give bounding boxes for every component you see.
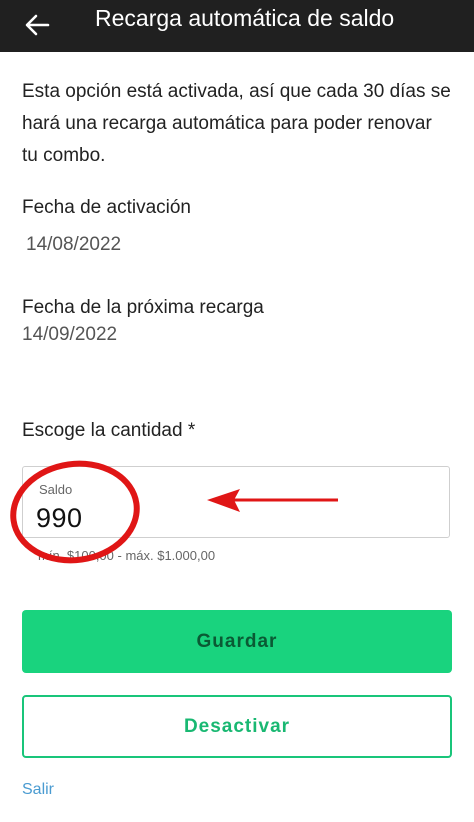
app-header: Recarga automática de saldo bbox=[0, 0, 474, 52]
next-recharge-value: 14/09/2022 bbox=[22, 324, 118, 345]
deactivate-button[interactable]: Desactivar bbox=[22, 695, 452, 758]
arrow-left-icon bbox=[25, 14, 50, 36]
balance-input-value[interactable]: 990 bbox=[36, 503, 83, 534]
activation-date-label: Fecha de activación bbox=[22, 197, 191, 218]
activation-date-value: 14/08/2022 bbox=[26, 234, 122, 255]
page-title: Recarga automática de saldo bbox=[95, 5, 395, 31]
balance-input-label: Saldo bbox=[39, 482, 73, 497]
back-button[interactable] bbox=[18, 6, 56, 44]
amount-range-hint: mín. $100,00 - máx. $1.000,00 bbox=[38, 548, 216, 563]
exit-link[interactable]: Salir bbox=[22, 781, 54, 799]
balance-input[interactable]: Saldo 990 bbox=[22, 466, 450, 538]
amount-label: Escoge la cantidad * bbox=[22, 420, 196, 441]
next-recharge-label: Fecha de la próxima recarga bbox=[22, 297, 264, 318]
save-button[interactable]: Guardar bbox=[22, 610, 452, 673]
intro-text: Esta opción está activada, así que cada … bbox=[22, 81, 451, 166]
